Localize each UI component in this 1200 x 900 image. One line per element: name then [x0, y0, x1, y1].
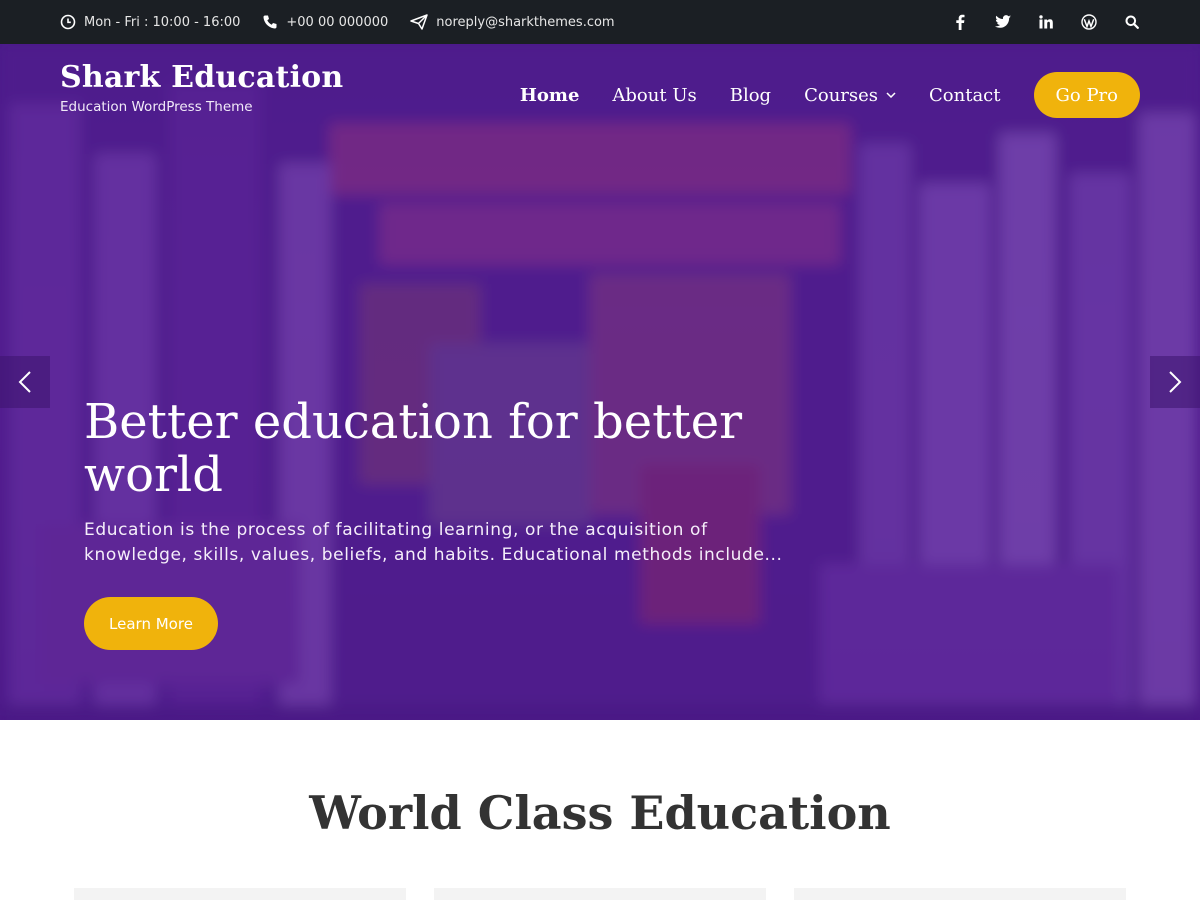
chevron-left-icon	[18, 371, 31, 393]
site-branding: Shark Education Education WordPress Them…	[60, 60, 343, 115]
clock-icon	[60, 14, 76, 30]
twitter-icon[interactable]	[993, 12, 1013, 32]
chevron-right-icon	[1169, 371, 1182, 393]
phone-text[interactable]: +00 00 000000	[286, 15, 388, 30]
hero-slider: Shark Education Education WordPress Them…	[0, 44, 1200, 720]
site-title[interactable]: Shark Education	[60, 60, 343, 95]
nav-item-about-us[interactable]: About Us	[612, 85, 696, 106]
chevron-down-icon	[886, 92, 896, 98]
nav-item-blog[interactable]: Blog	[730, 85, 771, 106]
site-tagline: Education WordPress Theme	[60, 99, 253, 115]
course-card[interactable]	[74, 888, 406, 900]
main-navigation: Home About Us Blog Courses Contact Go Pr…	[520, 72, 1140, 118]
slider-prev-button[interactable]	[0, 356, 50, 408]
slide-content: Better education for better world Educat…	[84, 396, 844, 568]
nav-item-contact[interactable]: Contact	[929, 85, 1000, 106]
section-title: World Class Education	[309, 786, 891, 840]
learn-more-button[interactable]: Learn More	[84, 597, 218, 650]
nav-item-home[interactable]: Home	[520, 85, 580, 106]
top-bar: Mon - Fri : 10:00 - 16:00 +00 00 000000 …	[0, 0, 1200, 44]
course-card[interactable]	[794, 888, 1126, 900]
slider-next-button[interactable]	[1150, 356, 1200, 408]
nav-item-courses-label: Courses	[804, 84, 879, 106]
paper-plane-icon	[410, 14, 429, 30]
nav-item-courses[interactable]: Courses	[804, 85, 896, 106]
course-card[interactable]	[434, 888, 766, 900]
social-links	[927, 0, 1142, 44]
contact-info: Mon - Fri : 10:00 - 16:00 +00 00 000000 …	[60, 0, 637, 44]
search-icon[interactable]	[1122, 12, 1142, 32]
wordpress-icon[interactable]	[1079, 12, 1099, 32]
phone-info: +00 00 000000	[262, 14, 388, 30]
phone-icon	[263, 15, 277, 29]
email-info: noreply@sharkthemes.com	[410, 14, 615, 30]
hours-info: Mon - Fri : 10:00 - 16:00	[60, 14, 240, 30]
facebook-icon[interactable]	[950, 12, 970, 32]
slide-title: Better education for better world	[84, 394, 743, 503]
slide-description: Education is the process of facilitating…	[84, 520, 783, 565]
email-text[interactable]: noreply@sharkthemes.com	[436, 15, 614, 30]
hours-text: Mon - Fri : 10:00 - 16:00	[84, 14, 241, 30]
linkedin-icon[interactable]	[1036, 12, 1056, 32]
go-pro-button[interactable]: Go Pro	[1033, 72, 1140, 118]
